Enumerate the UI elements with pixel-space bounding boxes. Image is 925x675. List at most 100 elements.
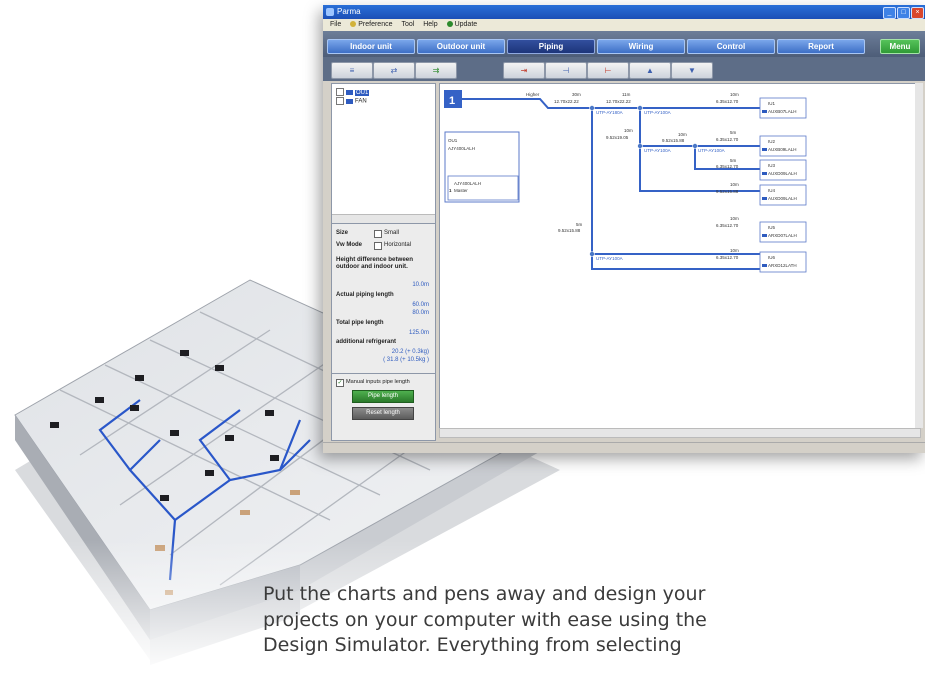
preference-icon (350, 21, 357, 28)
pipe-length-button[interactable]: Pipe length (352, 390, 414, 403)
menu-button[interactable]: Menu (880, 39, 920, 54)
indoor-unit-box[interactable] (759, 221, 807, 243)
indoor-unit-name: IU3 (768, 163, 776, 168)
caption-line: Put the charts and pens away and design … (263, 583, 706, 605)
pipe-length-label: 5m (576, 222, 583, 227)
manual-input-label: Manual inputs pipe length (346, 379, 410, 385)
indoor-unit-name: IU5 (768, 225, 776, 230)
menu-help[interactable]: Help (423, 19, 437, 31)
indoor-unit-icon (762, 148, 767, 151)
indoor-unit-iu1[interactable]: 10m 6.35x12.70 IU1 AUXB07LALH (716, 92, 807, 119)
menu-file[interactable]: File (330, 19, 341, 31)
indoor-unit-box[interactable] (759, 184, 807, 206)
pipe-size-label: 9.52x19.05 (606, 135, 629, 140)
pipe-length-label: 10m (678, 132, 687, 137)
tab-report[interactable]: Report (777, 39, 865, 54)
tab-wiring[interactable]: Wiring (597, 39, 685, 54)
indoor-unit-model: AUXB07LALH (768, 109, 797, 114)
indoor-unit-iu4[interactable]: 10m 9.52x15.88 IU4 AUXD09LALH (716, 182, 807, 206)
indoor-unit-box[interactable] (759, 159, 807, 181)
menu-bar: File Preference Tool Help Update (323, 19, 925, 31)
pipe-length-label: 10m (624, 128, 633, 133)
indoor-unit-iu5[interactable]: 10m 6.35x12.70 IU5 ARXD07LALH (716, 216, 807, 243)
maximize-button[interactable]: □ (897, 7, 910, 19)
app-icon (326, 8, 334, 16)
actual-piping-length-value: 80.0m (412, 310, 429, 316)
indoor-unit-icon (762, 264, 767, 267)
indoor-unit-box[interactable] (759, 97, 807, 119)
reset-length-button[interactable]: Reset length (352, 407, 414, 420)
minimize-button[interactable]: _ (883, 7, 896, 19)
folder-icon (346, 89, 353, 95)
outdoor-subunit-role: Master (454, 188, 468, 193)
tab-control[interactable]: Control (687, 39, 775, 54)
tab-piping[interactable]: Piping (507, 39, 595, 54)
pipe-length-label: Higher (526, 92, 540, 97)
toolbar-pipe-icon[interactable]: ≡ (331, 62, 373, 79)
pipe-size-label: 6.35x12.70 (716, 223, 739, 228)
height-difference-value: 10.0m (412, 282, 429, 288)
tree-item-fan[interactable]: FAN (336, 97, 369, 106)
update-icon (446, 21, 453, 28)
tree-horizontal-scrollbar[interactable] (332, 214, 435, 223)
indoor-unit-name: IU2 (768, 139, 776, 144)
indoor-unit-iu2[interactable]: 5m 6.35x12.70 IU2 AUXB09LALH (716, 130, 807, 157)
indoor-unit-box[interactable] (759, 135, 807, 157)
tab-outdoor-unit[interactable]: Outdoor unit (417, 39, 505, 54)
indoor-unit-box[interactable] (759, 251, 807, 273)
view-horizontal-checkbox[interactable] (374, 242, 382, 250)
toolbar-merge-icon[interactable]: ⇥ (503, 62, 545, 79)
arrow-up-icon[interactable]: ▲ (629, 62, 671, 79)
pipe-size-label: 6.35x12.70 (716, 99, 739, 104)
menu-preference[interactable]: Preference (350, 19, 392, 31)
additional-refrigerant-total: ( 31.8 (+ 10.5kg ) (383, 357, 429, 363)
manual-input-panel: ✓ Manual inputs pipe length Pipe length … (331, 373, 436, 441)
view-horizontal-label: Horizontal (384, 242, 412, 248)
marketing-caption: Put the charts and pens away and design … (263, 582, 743, 659)
piping-diagram-canvas[interactable]: 1 OU1 AJY400LALH AJY400LALH Master 1 Hig… (439, 83, 921, 430)
pipe-length-label: 10m (730, 92, 739, 97)
indoor-unit-model: ARXD07LALH (768, 233, 797, 238)
indoor-unit-model: AUXB09LALH (768, 147, 797, 152)
tree-checkbox[interactable] (336, 88, 344, 96)
tree-checkbox[interactable] (336, 97, 344, 105)
title-bar: Parma _ □ × (323, 5, 925, 19)
additional-refrigerant-label: additional refrigerant (336, 339, 397, 345)
pipe-length-label: 10m (730, 248, 739, 253)
toolbar-auto-icon[interactable]: ⇉ (415, 62, 457, 79)
caption-line: projects on your computer with ease usin… (263, 608, 707, 631)
caption-line: Design Simulator. Everything from select… (263, 634, 682, 656)
menu-update[interactable]: Update (446, 19, 477, 31)
pipe-size-label: 12.70x22.22 (606, 99, 631, 104)
size-small-checkbox[interactable] (374, 230, 382, 238)
window-title: Parma (337, 7, 361, 16)
indoor-unit-name: IU4 (768, 188, 776, 193)
pipe-size-label: 6.35x12.70 (716, 137, 739, 142)
menu-tool[interactable]: Tool (401, 19, 414, 31)
toolbar-connect-icon[interactable]: ⇄ (373, 62, 415, 79)
pipe-size-label: 9.52x15.88 (716, 189, 739, 194)
outdoor-subunit-model: AJY400LALH (454, 181, 481, 186)
tree-item-ou1[interactable]: OU1 (336, 88, 370, 97)
close-button[interactable]: × (911, 7, 924, 19)
pipe-length-label: 10m (730, 182, 739, 187)
diagram-vertical-scrollbar[interactable] (915, 83, 923, 428)
system-tree-panel: OU1 FAN (331, 83, 436, 225)
piping-diagram: 1 OU1 AJY400LALH AJY400LALH Master 1 Hig… (444, 90, 807, 273)
section-nav: Indoor unit Outdoor unit Piping Wiring C… (323, 31, 925, 57)
arrow-down-icon[interactable]: ▼ (671, 62, 713, 79)
tab-indoor-unit[interactable]: Indoor unit (327, 39, 415, 54)
properties-panel: Size Small Vw Mode Horizontal Height dif… (331, 223, 436, 375)
system-number: 1 (449, 95, 455, 107)
indoor-unit-icon (762, 234, 767, 237)
toolbar-split-icon[interactable]: ⊢ (587, 62, 629, 79)
height-difference-label: Height difference between outdoor and in… (336, 256, 414, 270)
pipe-length-label: 5m (730, 158, 737, 163)
size-small-label: Small (384, 230, 400, 236)
outdoor-unit-name: OU1 (448, 138, 458, 143)
total-pipe-length-value: 125.0m (408, 330, 429, 336)
toolbar: ≡ ⇄ ⇉ ⇥ ⊣ ⊢ ▲ ▼ (323, 57, 925, 81)
manual-input-checkbox[interactable]: ✓ (336, 379, 344, 387)
toolbar-branch-icon[interactable]: ⊣ (545, 62, 587, 79)
diagram-horizontal-scrollbar[interactable] (439, 428, 921, 438)
